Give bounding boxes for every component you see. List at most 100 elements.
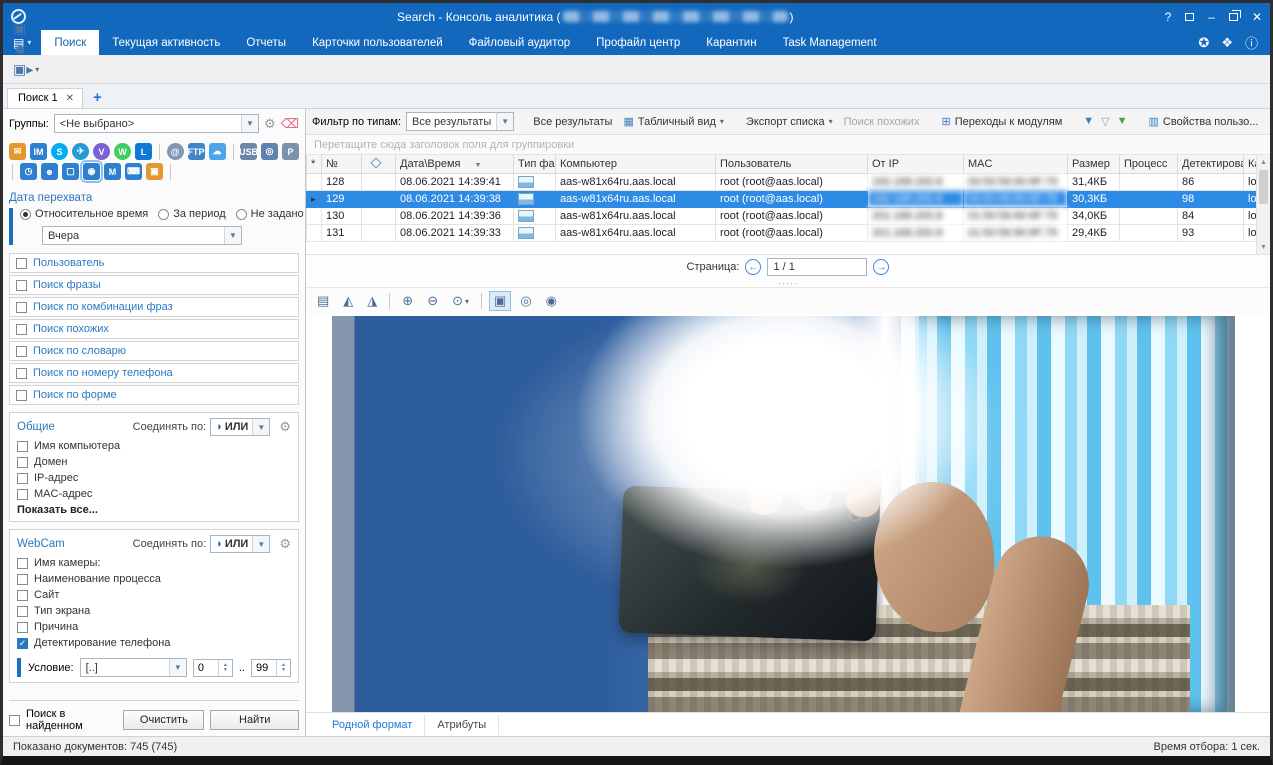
eye-icon[interactable]: ◉▾ [541,291,562,311]
criteria-expander[interactable]: Поиск фразы [9,275,299,295]
checkbox-icon[interactable] [16,280,27,291]
ftp-icon[interactable]: FTP [188,143,205,160]
join-select[interactable]: ◑ИЛИ ▼ [210,535,270,553]
filter-funnel-icon[interactable]: ▼ [1083,115,1094,128]
checkbox-icon[interactable] [17,457,28,468]
chevron-down-icon[interactable]: ▼ [169,659,186,676]
date-mode-radio[interactable]: За период [158,208,225,220]
menu-tab-profile-center[interactable]: Профайл центр [583,30,693,55]
filter-checkbox-item[interactable]: Детектирование телефона [17,637,291,649]
goto-modules-button[interactable]: ⊞ Переходы к модулям [938,113,1065,130]
device-search-icon[interactable]: ◎ [261,143,278,160]
filter-checkbox-item[interactable]: Причина [17,621,291,633]
checkbox-icon[interactable] [17,574,28,585]
col-filetype[interactable]: Тип фа [514,155,556,173]
checkbox-icon[interactable] [17,473,28,484]
checkbox-icon[interactable] [16,302,27,313]
next-page-button[interactable]: → [873,259,889,275]
col-tag[interactable] [362,155,396,173]
col-process[interactable]: Процесс [1120,155,1178,173]
time-icon[interactable]: ◷ [20,163,37,180]
viber-icon[interactable]: V [93,143,110,160]
rotate-left-icon[interactable]: ◭▾ [338,291,358,311]
checkbox-icon[interactable] [17,622,28,633]
menu-tab-reports[interactable]: Отчеты [233,30,299,55]
usb-device-icon[interactable]: USB [240,143,257,160]
filter-checkbox-item[interactable]: Сайт [17,589,291,601]
checkbox-icon[interactable] [17,558,28,569]
monitor-icon[interactable]: ▢ [62,163,79,180]
col-from-ip[interactable]: От IP [868,155,964,173]
filter-funnel-custom-icon[interactable]: ▼ [1117,115,1128,128]
table-row[interactable]: 128 08.06.2021 14:39:41 aas-w81x64ru.aas… [307,173,1271,190]
package-icon[interactable]: ❖ [1221,35,1233,51]
col-user[interactable]: Пользователь [716,155,868,173]
info-icon[interactable]: ⓘ [1245,33,1258,52]
checkbox-icon[interactable] [16,258,27,269]
filter-checkbox-item[interactable]: MAC-адрес [17,488,291,500]
skype-icon[interactable]: S [51,143,68,160]
chevron-down-icon[interactable]: ▼ [252,536,269,552]
filter-checkbox-item[interactable]: Имя компьютера [17,440,291,452]
webcam-icon[interactable]: ◉ [83,163,100,180]
menu-tab-file-auditor[interactable]: Файловый аудитор [456,30,584,55]
minimize-button[interactable]: – [1208,10,1215,24]
checkbox-icon[interactable] [16,368,27,379]
criteria-expander[interactable]: Пользователь [9,253,299,273]
col-number[interactable]: № [322,155,362,173]
checkbox-icon[interactable] [17,489,28,500]
checkbox-icon[interactable] [16,346,27,357]
menu-tab-current-activity[interactable]: Текущая активность [99,30,233,55]
folder-import-icon[interactable]: ▣ [146,163,163,180]
condition-operator-select[interactable]: [..] ▼ [80,658,187,677]
groups-select[interactable]: <Не выбрано> ▼ [54,114,259,133]
show-all-link[interactable]: Показать все... [17,504,291,516]
chevron-down-icon[interactable]: ▼ [252,419,269,435]
checkbox-icon[interactable] [16,390,27,401]
criteria-expander[interactable]: Поиск похожих [9,319,299,339]
col-detected[interactable]: Детектирова [1178,155,1244,173]
viewer-tab-native-format[interactable]: Родной формат [320,715,425,735]
checkbox-icon[interactable] [9,715,20,726]
printer-icon[interactable]: P [282,143,299,160]
filter-checkbox-item[interactable]: Домен [17,456,291,468]
user-properties-button[interactable]: ▥ Свойства пользо... [1146,113,1262,130]
col-datetime[interactable]: Дата\Время [396,155,514,173]
license-badge-icon[interactable]: ✪ [1198,35,1209,51]
checkbox-icon[interactable] [17,638,28,649]
clear-criteria-icon[interactable]: ⌫ [281,116,299,132]
date-mode-radio[interactable]: Не задано [236,208,304,220]
groups-settings-icon[interactable]: ⚙ [264,116,276,132]
im-icon[interactable]: IM [30,143,47,160]
menu-tab-user-cards[interactable]: Карточки пользователей [299,30,456,55]
criteria-expander[interactable]: Поиск по комбинации фраз [9,297,299,317]
criteria-expander[interactable]: Поиск по словарю [9,341,299,361]
scroll-down-icon[interactable]: ▼ [1257,240,1270,254]
filter-by-type-select[interactable]: Все результаты ▼ [406,112,514,131]
close-tab-icon[interactable]: ✕ [66,93,74,104]
gear-icon[interactable]: ⚙ [279,536,291,552]
pin-window-button[interactable] [1185,10,1194,24]
chevron-down-icon[interactable]: ▼ [224,227,241,244]
stepper-arrows-icon[interactable]: ▲▼ [276,660,290,676]
user-search-icon[interactable]: ☻▾ [9,39,43,59]
filter-funnel-clear-icon[interactable]: ▽ [1101,115,1109,128]
search-tab[interactable]: Поиск 1 ✕ [7,88,83,108]
help-button[interactable]: ? [1165,10,1172,24]
menu-tab-quarantine[interactable]: Карантин [693,30,769,55]
chevron-down-icon[interactable]: ▼ [241,115,258,132]
lync-icon[interactable]: L [135,143,152,160]
page-input[interactable]: 1 / 1 [767,258,867,276]
filter-checkbox-item[interactable]: Тип экрана [17,605,291,617]
zoom-out-icon[interactable]: ⊖▾ [422,291,443,311]
filter-checkbox-item[interactable]: IP-адрес [17,472,291,484]
keyboard-icon[interactable]: ⌨ [125,163,142,180]
table-view-button[interactable]: ▦ Табличный вид▾ [620,113,726,130]
checkbox-icon[interactable] [17,441,28,452]
checkbox-icon[interactable] [17,590,28,601]
all-results-button[interactable]: Все результаты [530,114,615,130]
prev-page-button[interactable]: ← [745,259,761,275]
splitter-handle[interactable]: ····· [306,279,1270,288]
group-by-bar[interactable]: Перетащите сюда заголовок поля для групп… [306,135,1270,155]
col-mac[interactable]: MAC [964,155,1068,173]
